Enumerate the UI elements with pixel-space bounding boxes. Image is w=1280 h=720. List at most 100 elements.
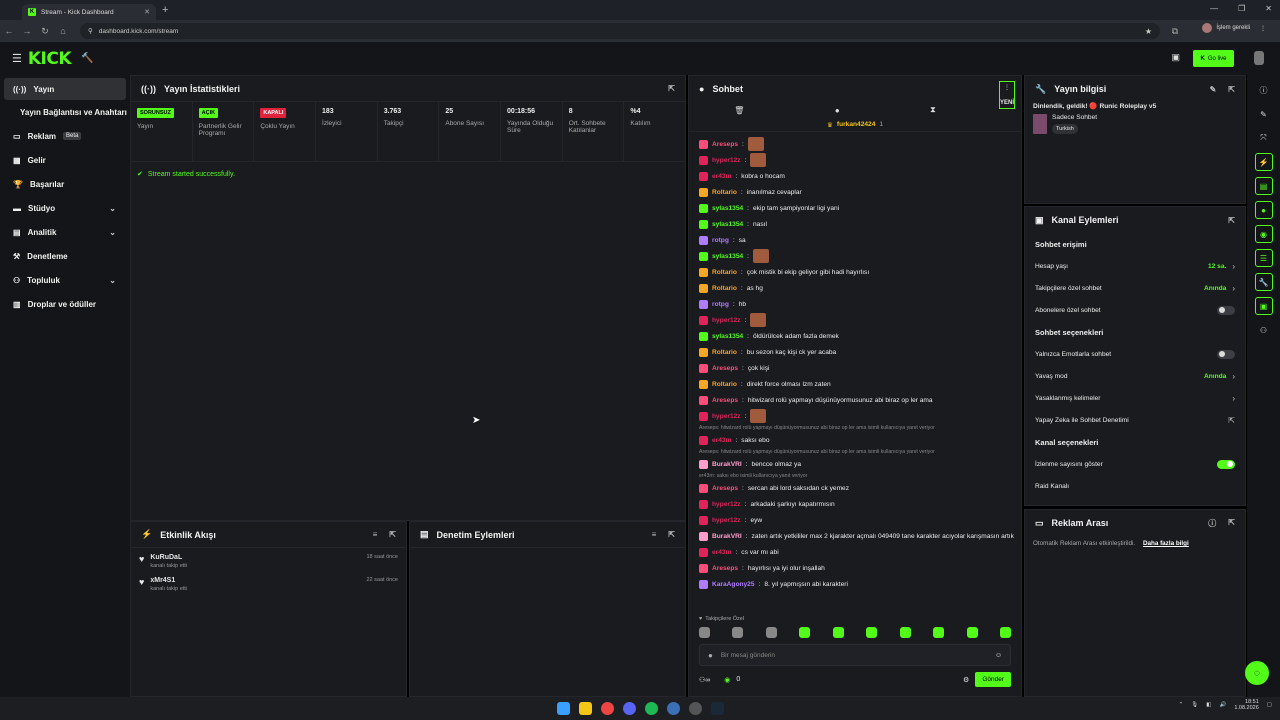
speech-bubble-icon[interactable]: ● — [835, 106, 840, 115]
popout-icon[interactable]: ⇱ — [668, 530, 675, 539]
emoji-icon[interactable]: ☺ — [995, 652, 1002, 659]
chat-username[interactable]: er43m — [712, 549, 731, 556]
forward-icon[interactable]: → — [18, 26, 36, 36]
chat-username[interactable]: er43m — [712, 173, 731, 180]
info-icon[interactable]: ⓘ — [1208, 518, 1216, 529]
sidebar-item-studyo[interactable]: ▬ Stüdyo ⌄ — [0, 196, 130, 220]
chat-username[interactable]: Roltario — [712, 269, 737, 276]
edit-icon[interactable]: ✎ — [1210, 85, 1217, 94]
sidebar-item-yayin[interactable]: ((·)) Yayın — [4, 78, 126, 100]
chrome-icon[interactable] — [601, 702, 614, 715]
sidebar-item-analitik[interactable]: ▤ Analitik ⌄ — [0, 220, 130, 244]
chat-username[interactable]: sylas1354 — [712, 253, 743, 260]
fullscreen-icon[interactable]: ⤧ — [1255, 129, 1273, 147]
discord-icon[interactable] — [623, 702, 636, 715]
chat-username[interactable]: Areseps — [712, 397, 738, 404]
chat-username[interactable]: Areseps — [712, 565, 738, 572]
hammer-icon[interactable]: 🔨 — [81, 53, 93, 64]
category-thumbnail[interactable] — [1033, 114, 1047, 134]
popout-icon[interactable]: ⇱ — [1228, 216, 1235, 225]
chat-username[interactable]: sylas1354 — [712, 221, 743, 228]
new-tab-icon[interactable]: + — [162, 4, 168, 16]
chat-username[interactable]: hyper12z — [712, 317, 741, 324]
wrench-icon[interactable]: 🔧 — [1254, 273, 1273, 291]
send-button[interactable]: Gönder — [975, 672, 1011, 687]
monitor-icon[interactable]: ▣ — [1254, 297, 1273, 315]
windows-start-icon[interactable] — [557, 702, 570, 715]
popout-icon[interactable]: ⇱ — [668, 84, 675, 93]
sidebar-item-basarilar[interactable]: 🏆 Başarılar — [0, 172, 130, 196]
chat-username[interactable]: BurakVRI — [712, 533, 742, 540]
reload-icon[interactable]: ↻ — [36, 26, 54, 37]
sliders-icon[interactable]: ☰ — [1254, 249, 1273, 267]
slow-mode-row[interactable]: Yavaş mod Anında › — [1025, 365, 1245, 387]
pinned-username[interactable]: furkan42424 — [837, 121, 876, 128]
menu-icon[interactable]: ☰ — [12, 52, 22, 65]
steam-icon[interactable] — [711, 702, 724, 715]
settings-gear-icon[interactable]: ⚙ — [963, 676, 969, 684]
chat-menu-button[interactable]: ⋮ YENİ — [999, 81, 1015, 109]
chat-icon[interactable]: ● — [1254, 201, 1273, 219]
sidebar-item-topluluk[interactable]: ⚇ Topluluk ⌄ — [0, 268, 130, 292]
notification-icon[interactable]: ▢ — [1267, 702, 1272, 708]
app-icon[interactable] — [667, 702, 680, 715]
close-tab-icon[interactable]: ✕ — [144, 8, 150, 16]
profile-button[interactable]: İşlem gerekli ⋮ — [1202, 23, 1266, 33]
bookmark-star-icon[interactable]: ★ — [1145, 27, 1152, 36]
chat-username[interactable]: hyper12z — [712, 157, 741, 164]
chat-username[interactable]: Roltario — [712, 349, 737, 356]
chat-username[interactable]: Areseps — [712, 485, 738, 492]
microphone-icon[interactable]: 🎙 — [1191, 702, 1198, 708]
maximize-icon[interactable]: ❐ — [1238, 4, 1245, 13]
users-icon[interactable]: ⚇∞ — [699, 676, 710, 684]
chat-username[interactable]: KaraAgony25 — [712, 581, 755, 588]
emote-icon[interactable] — [732, 627, 744, 638]
hourglass-icon[interactable]: ⧗ — [930, 105, 936, 115]
raid-row[interactable]: Raid Kanalı — [1025, 475, 1245, 497]
chat-username[interactable]: sylas1354 — [712, 205, 743, 212]
chat-username[interactable]: BurakVRI — [712, 461, 742, 468]
chat-username[interactable]: Roltario — [712, 381, 737, 388]
learn-more-link[interactable]: Daha fazla bilgi — [1143, 540, 1189, 547]
chat-username[interactable]: hyper12z — [712, 501, 741, 508]
extensions-icon[interactable]: ⧉ — [1166, 26, 1184, 37]
document-icon[interactable]: ▤ — [1254, 177, 1273, 195]
chat-username[interactable]: hyper12z — [712, 413, 741, 420]
clock[interactable]: 18:51 1.08.2026 — [1234, 699, 1258, 711]
followers-chat-row[interactable]: Takipçilere özel sohbet Anında › — [1025, 277, 1245, 299]
home-icon[interactable]: ⌂ — [54, 26, 72, 36]
help-chat-button[interactable]: ◌ — [1245, 661, 1269, 685]
site-info-icon[interactable]: ⚲ — [88, 27, 93, 35]
emote-icon[interactable] — [699, 627, 710, 638]
close-window-icon[interactable]: ✕ — [1265, 4, 1272, 13]
chat-username[interactable]: rotpg — [712, 237, 729, 244]
sidebar-item-droplar[interactable]: ▥ Droplar ve ödüller — [0, 292, 130, 316]
show-viewers-toggle[interactable] — [1217, 459, 1235, 469]
emote-icon[interactable] — [765, 627, 777, 638]
account-age-row[interactable]: Hesap yaşı 12 sa. › — [1025, 255, 1245, 277]
emote-icon[interactable] — [933, 627, 945, 638]
spotify-icon[interactable] — [645, 702, 658, 715]
filter-icon[interactable]: ≡ — [652, 530, 657, 539]
file-explorer-icon[interactable] — [579, 702, 592, 715]
theatre-mode-icon[interactable]: ▣ — [1171, 52, 1180, 63]
kick-logo[interactable]: KICK — [28, 49, 72, 69]
chat-username[interactable]: rotpg — [712, 301, 729, 308]
minimize-icon[interactable]: — — [1210, 4, 1218, 13]
chat-username[interactable]: Areseps — [712, 141, 738, 148]
emote-icon[interactable] — [899, 627, 911, 638]
chat-username[interactable]: Areseps — [712, 365, 738, 372]
chat-username[interactable]: Roltario — [712, 189, 737, 196]
popout-icon[interactable]: ⇱ — [1228, 85, 1235, 94]
chat-username[interactable]: er43m — [712, 437, 731, 444]
popout-icon[interactable]: ⇱ — [1228, 518, 1235, 529]
go-live-button[interactable]: K Go live — [1193, 50, 1234, 67]
emote-icon[interactable] — [832, 627, 844, 638]
emote-icon[interactable] — [799, 627, 811, 638]
chevron-up-icon[interactable]: ⌃ — [1179, 702, 1184, 708]
app-icon[interactable] — [689, 702, 702, 715]
network-icon[interactable]: ◧ — [1206, 702, 1211, 708]
chat-username[interactable]: Roltario — [712, 285, 737, 292]
chat-username[interactable]: hyper12z — [712, 517, 741, 524]
info-icon[interactable]: ⓘ — [1255, 81, 1273, 99]
